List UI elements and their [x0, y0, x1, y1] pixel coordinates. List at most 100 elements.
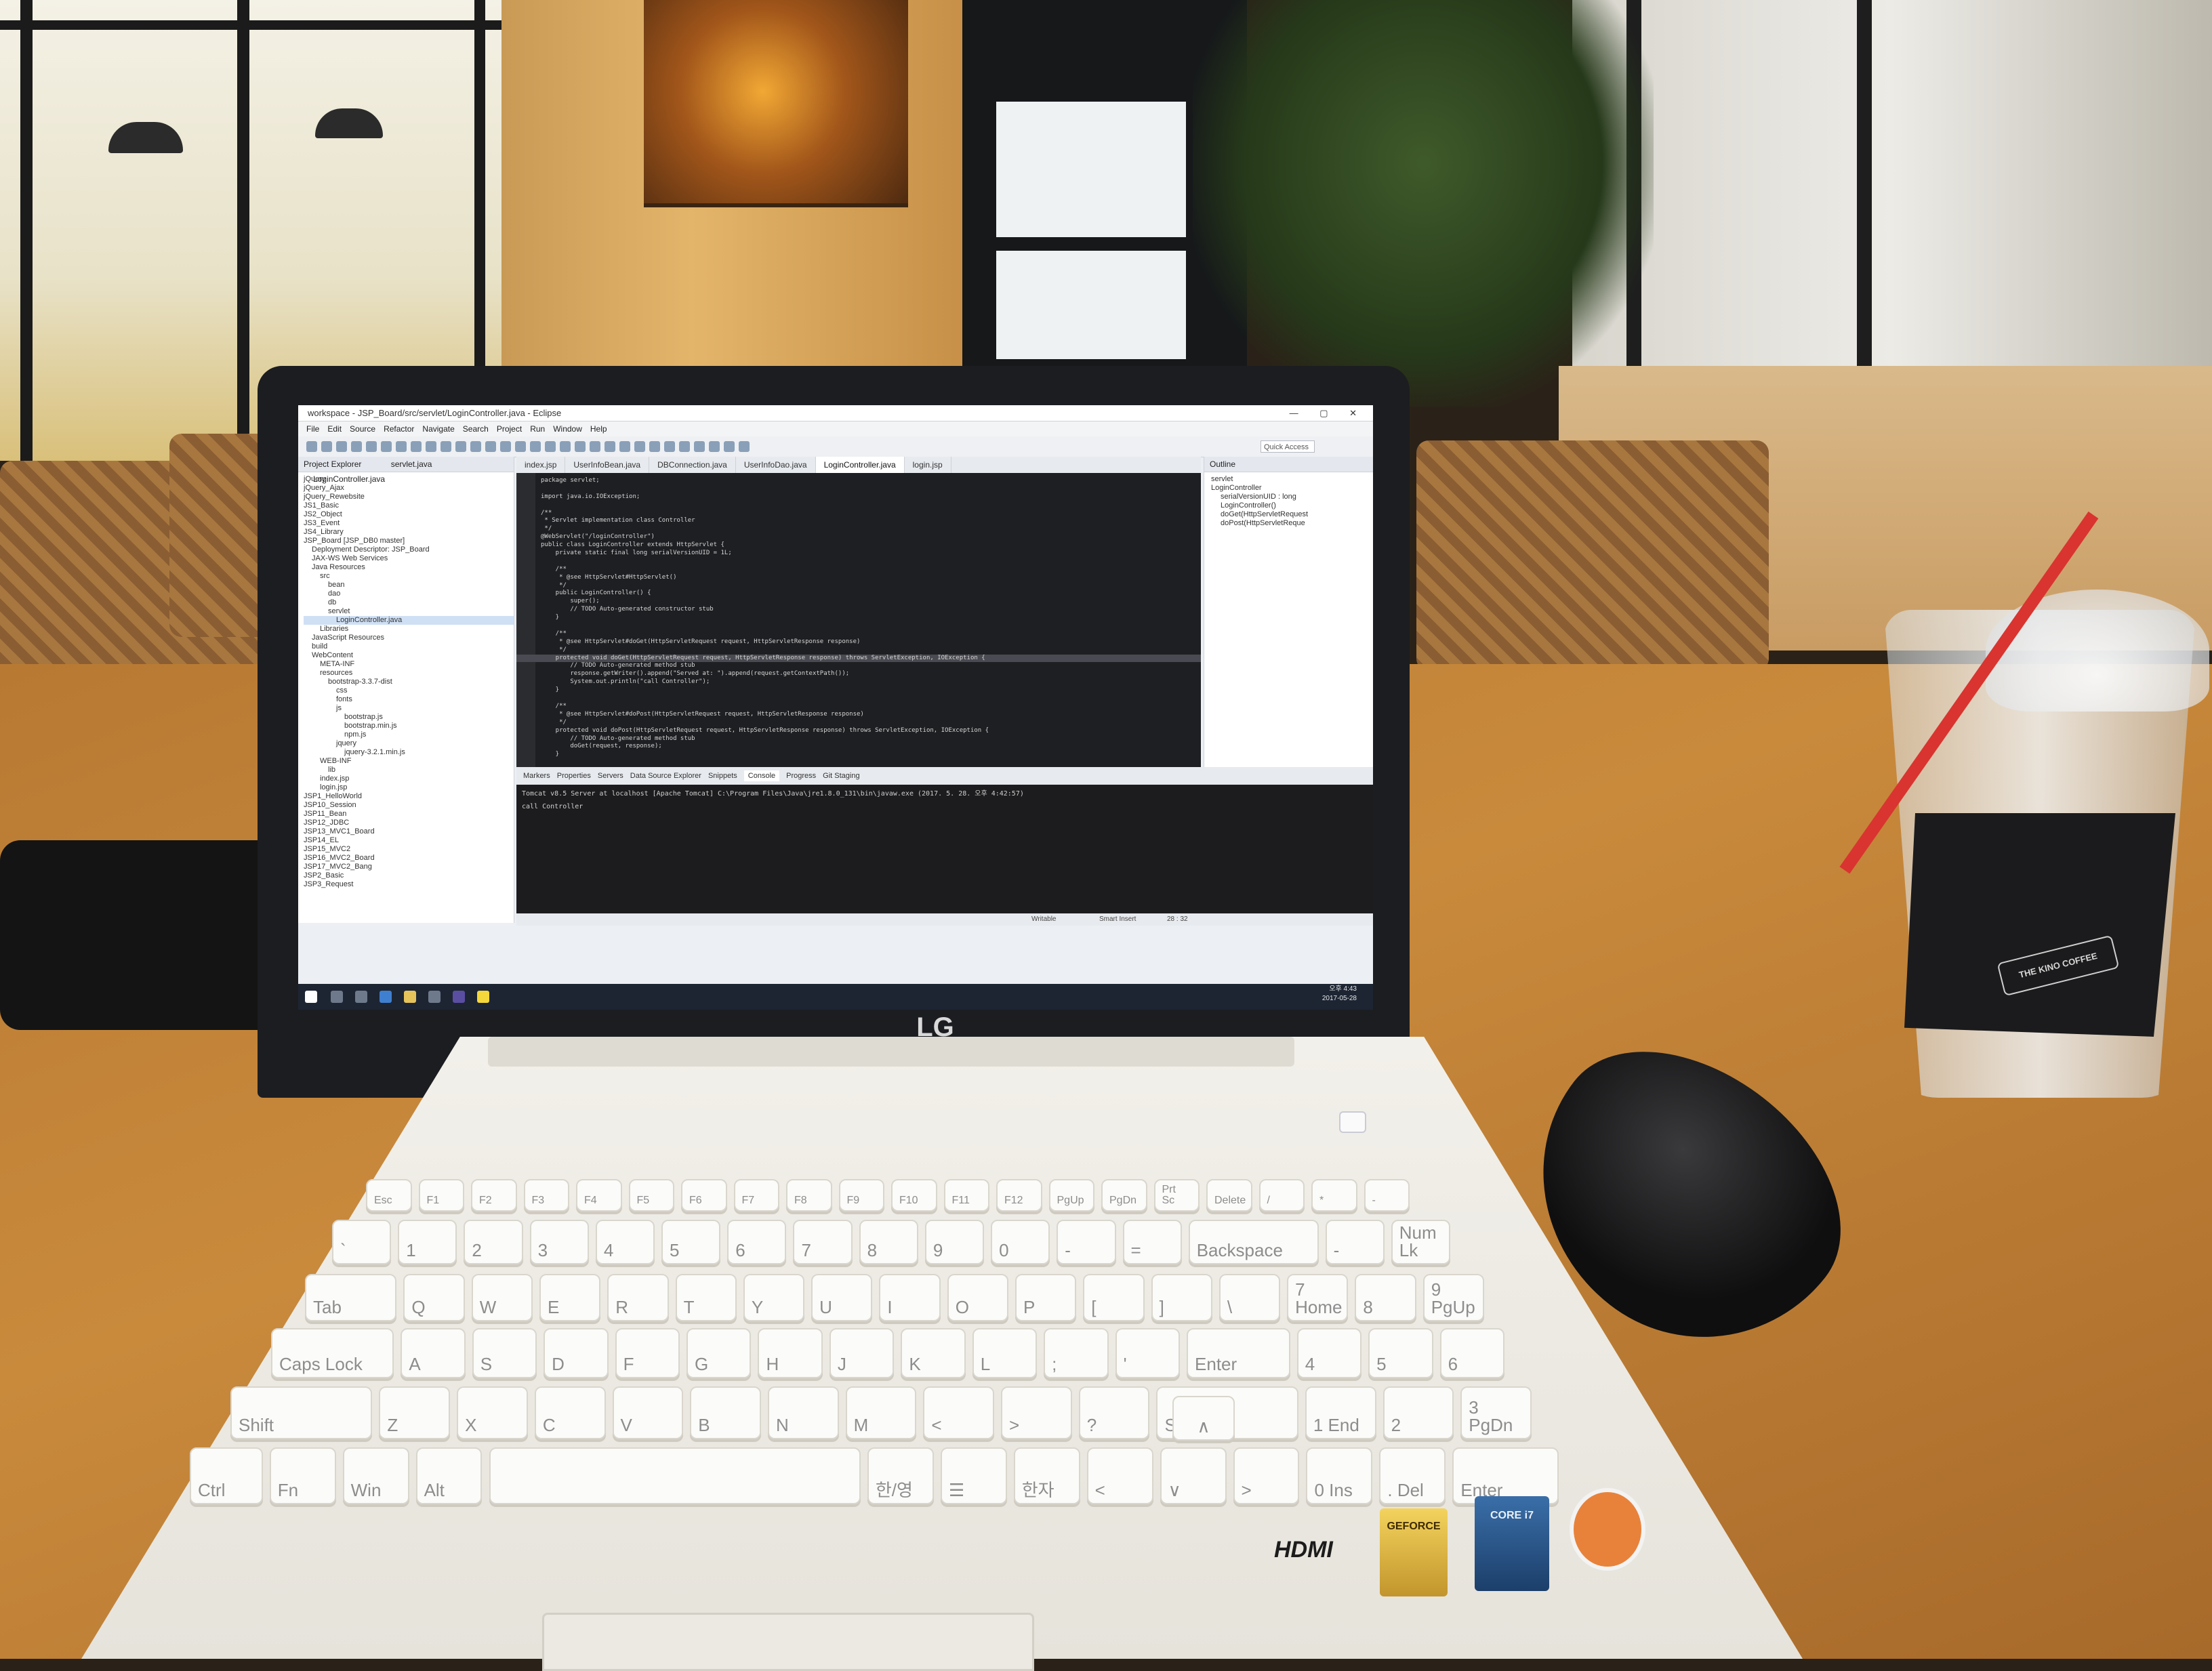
toolbar-button-icon[interactable]	[605, 441, 615, 452]
key[interactable]: G	[687, 1328, 752, 1378]
key[interactable]: Num Lk	[1391, 1220, 1450, 1264]
toolbar-button-icon[interactable]	[321, 441, 332, 452]
tree-item[interactable]: bootstrap.js	[304, 713, 514, 722]
power-button[interactable]	[1339, 1111, 1366, 1133]
key[interactable]: O	[947, 1274, 1008, 1321]
key[interactable]: 한자	[1013, 1447, 1080, 1504]
editor-tab[interactable]: UserInfoBean.java	[565, 457, 650, 473]
edge-icon[interactable]	[380, 991, 392, 1003]
tree-item[interactable]: META-INF	[304, 660, 514, 669]
key[interactable]: 1 End	[1305, 1386, 1376, 1439]
menu-item[interactable]: Project	[497, 424, 522, 434]
key[interactable]: PgUp	[1048, 1179, 1094, 1212]
tree-item[interactable]: JS1_Basic	[304, 501, 514, 510]
key[interactable]: -	[1364, 1179, 1410, 1212]
key[interactable]: Q	[403, 1274, 465, 1321]
tree-item[interactable]: JSP17_MVC2_Bang	[304, 863, 514, 871]
key[interactable]: >	[1001, 1386, 1072, 1439]
key[interactable]: 6	[1439, 1328, 1504, 1378]
key[interactable]: ☰	[940, 1447, 1007, 1504]
key[interactable]: I	[879, 1274, 941, 1321]
menu-item[interactable]: Source	[350, 424, 375, 434]
windows-start-icon[interactable]	[305, 991, 317, 1003]
key[interactable]: Win	[342, 1447, 409, 1504]
console-view[interactable]: Tomcat v8.5 Server at localhost [Apache …	[516, 785, 1373, 913]
toolbar-button-icon[interactable]	[694, 441, 705, 452]
toolbar-button-icon[interactable]	[709, 441, 720, 452]
clock-time[interactable]: 오후 4:43	[1329, 985, 1357, 993]
key[interactable]: X	[457, 1386, 528, 1439]
key[interactable]: B	[690, 1386, 761, 1439]
kakaotalk-icon[interactable]	[477, 991, 489, 1003]
tree-item[interactable]: JSP11_Bean	[304, 810, 514, 819]
toolbar-button-icon[interactable]	[545, 441, 556, 452]
tree-item[interactable]: Java Resources	[304, 563, 514, 572]
editor-tab[interactable]: index.jsp	[516, 457, 566, 473]
tree-item[interactable]: dao	[304, 590, 514, 598]
tree-item[interactable]: JSP_Board [JSP_DB0 master]	[304, 537, 514, 545]
key[interactable]: R	[607, 1274, 669, 1321]
key[interactable]: 4	[595, 1220, 655, 1264]
tree-item[interactable]: jQuery_Rewebsite	[304, 493, 514, 501]
key[interactable]: [	[1083, 1274, 1145, 1321]
key[interactable]: <	[1086, 1447, 1153, 1504]
key[interactable]: 9	[924, 1220, 985, 1264]
outline-item[interactable]: LoginController()	[1211, 501, 1373, 510]
tree-item[interactable]: bean	[304, 581, 514, 590]
key[interactable]: W	[471, 1274, 533, 1321]
toolbar-button-icon[interactable]	[739, 441, 750, 452]
toolbar-button-icon[interactable]	[411, 441, 422, 452]
tree-item[interactable]: JSP13_MVC1_Board	[304, 827, 514, 836]
key[interactable]: >	[1233, 1447, 1300, 1504]
toolbar-button-icon[interactable]	[485, 441, 496, 452]
tree-item[interactable]: JSP12_JDBC	[304, 819, 514, 827]
key[interactable]: F8	[786, 1179, 832, 1212]
key[interactable]: 2	[1382, 1386, 1454, 1439]
key[interactable]: H	[758, 1328, 823, 1378]
toolbar-button-icon[interactable]	[664, 441, 675, 452]
key[interactable]: D	[544, 1328, 609, 1378]
clock-date[interactable]: 2017-05-28	[1322, 995, 1357, 1003]
toolbar-button-icon[interactable]	[575, 441, 586, 452]
tree-item[interactable]: db	[304, 598, 514, 607]
task-view-icon[interactable]	[355, 991, 367, 1003]
explorer-tab[interactable]: servlet.java	[391, 459, 432, 469]
tree-item[interactable]: JS2_Object	[304, 510, 514, 519]
key[interactable]: <	[923, 1386, 995, 1439]
tree-item[interactable]: jquery	[304, 739, 514, 748]
menu-item[interactable]: File	[306, 424, 319, 434]
key[interactable]: *	[1311, 1179, 1357, 1212]
key[interactable]: `	[332, 1220, 392, 1264]
key[interactable]: F11	[943, 1179, 989, 1212]
key[interactable]: P	[1015, 1274, 1077, 1321]
console-tab[interactable]: Markers	[523, 772, 550, 780]
editor-tab[interactable]: LoginController.java	[815, 457, 905, 473]
editor-tab[interactable]: UserInfoDao.java	[736, 457, 816, 473]
editor-tab[interactable]: DBConnection.java	[649, 457, 736, 473]
key[interactable]: 0	[991, 1220, 1050, 1264]
tree-item[interactable]: fonts	[304, 695, 514, 704]
menu-item[interactable]: Search	[463, 424, 489, 434]
toolbar-button-icon[interactable]	[560, 441, 571, 452]
key[interactable]: F12	[996, 1179, 1042, 1212]
tree-item[interactable]: JSP14_EL	[304, 836, 514, 845]
key-up-arrow[interactable]: ∧	[1172, 1396, 1235, 1441]
console-tab[interactable]: Progress	[786, 772, 816, 780]
tree-item[interactable]: servlet	[304, 607, 514, 616]
key[interactable]: -	[1325, 1220, 1385, 1264]
key[interactable]: PgDn	[1101, 1179, 1147, 1212]
key[interactable]	[489, 1447, 861, 1504]
key[interactable]: Y	[743, 1274, 805, 1321]
key[interactable]: 0 Ins	[1306, 1447, 1373, 1504]
key[interactable]: K	[901, 1328, 966, 1378]
key[interactable]: A	[401, 1328, 466, 1378]
key[interactable]: 9 PgUp	[1422, 1274, 1484, 1321]
toolbar-button-icon[interactable]	[649, 441, 660, 452]
tree-item[interactable]: JavaScript Resources	[304, 634, 514, 642]
tree-item[interactable]: css	[304, 686, 514, 695]
tree-item[interactable]: WEB-INF	[304, 757, 514, 766]
tree-item[interactable]: login.jsp	[304, 783, 514, 792]
key[interactable]: 5	[661, 1220, 721, 1264]
tree-item[interactable]: js	[304, 704, 514, 713]
toolbar-button-icon[interactable]	[396, 441, 407, 452]
